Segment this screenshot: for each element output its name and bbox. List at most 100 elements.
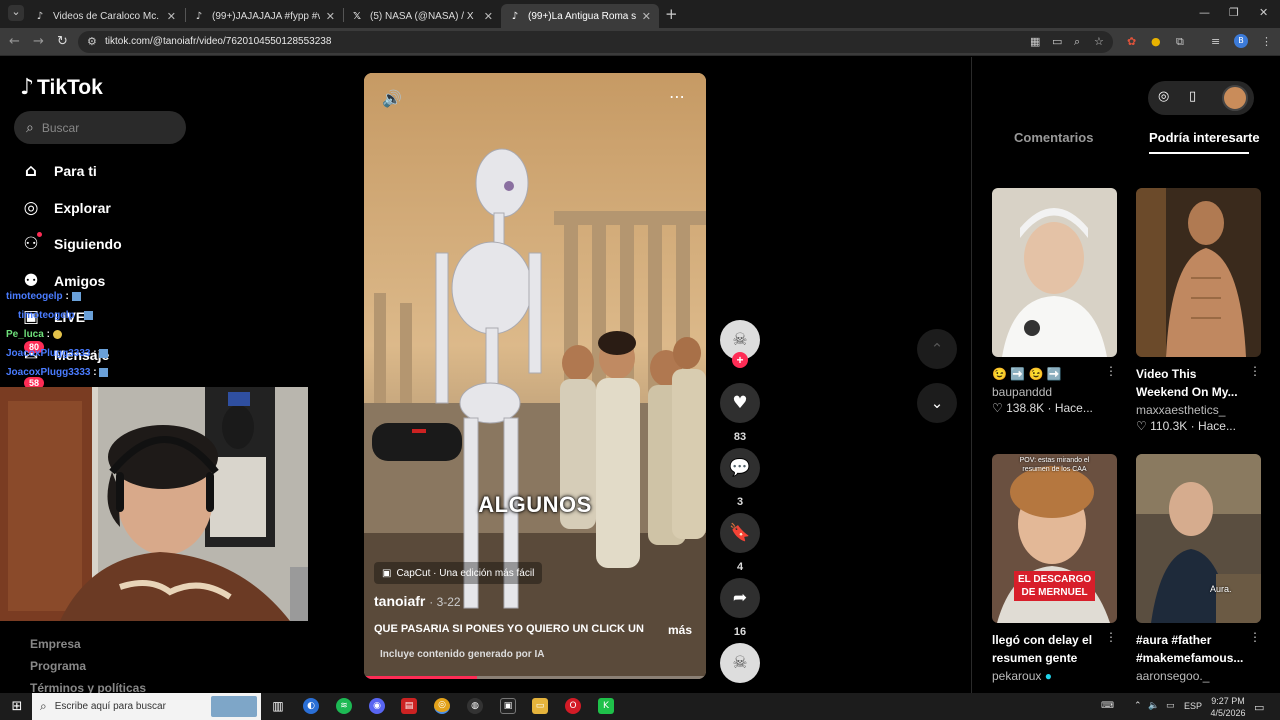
close-icon[interactable]: ✕ [642,10,651,23]
copilot-icon[interactable]: ◐ [303,698,319,714]
footer-link[interactable]: Empresa [30,637,81,651]
footer-link[interactable]: Términos y políticas [30,681,146,693]
heart-outline-icon: ♡ [992,401,1003,415]
new-tab-icon[interactable]: + [665,5,678,23]
extension-icon[interactable]: ● [1151,35,1161,48]
more-options-icon[interactable]: ⋯ [669,87,685,106]
chevron-up-icon[interactable]: ⌃ [1134,701,1142,711]
opera-icon[interactable]: O [565,698,581,714]
video-player[interactable]: 🔊 ⋯ ALGUNOS ▣ CapCut · Una edición más f… [364,73,706,679]
back-icon[interactable]: ← [9,34,20,49]
chat-message: timoteogelp : [6,291,81,302]
chrome-icon[interactable]: ◎ [434,698,450,714]
file-explorer-icon[interactable]: ▭ [532,698,548,714]
browser-tab-active[interactable]: ♪ (99+)La Antigua Roma se Rinde ✕ [501,4,659,28]
nav-item-siguiendo[interactable]: ⚇ Siguiendo [20,234,121,254]
sound-disc-button[interactable]: ☠ [720,643,760,683]
card-title: llegó con delay el [992,633,1093,647]
tab-search-icon[interactable]: ⌄ [8,5,24,21]
menu-icon[interactable]: ⋮ [1261,35,1272,48]
chat-user: timoteogelp [6,291,63,302]
spotify-icon[interactable]: ≋ [336,698,352,714]
minimize-icon[interactable]: — [1199,6,1210,19]
reload-icon[interactable]: ↻ [57,34,68,49]
cast-icon[interactable]: ▭ [1052,35,1062,48]
notifications-icon[interactable]: ▭ [1254,701,1264,714]
capcut-app-icon[interactable]: ▣ [500,698,516,714]
profile-avatar[interactable] [1222,85,1248,111]
comment-button[interactable]: 💬 3 [720,448,760,508]
search-highlight-image [211,696,257,717]
next-video-button[interactable]: ⌄ [917,383,957,423]
browser-tab[interactable]: ♪ (99+)JAJAJAJA #fypp #viral #pa ✕ [185,4,343,28]
site-info-icon[interactable]: ⚙ [87,35,97,48]
nav-item-para-ti[interactable]: ⌂ Para ti [20,161,97,181]
active-tab-indicator [1149,152,1249,154]
close-icon[interactable]: ✕ [167,10,176,23]
voicemeeter-icon[interactable]: ▤ [401,698,417,714]
more-options-icon[interactable]: ⋮ [1105,364,1117,378]
address-bar[interactable]: ⚙ tiktok.com/@tanoiafr/video/76201045501… [78,31,1113,53]
friends-icon: ⚉ [23,271,39,291]
obs-icon[interactable]: ◍ [467,698,483,714]
webcam-overlay [0,387,308,621]
card-author: baupanddd [992,385,1053,399]
discord-icon[interactable]: ◉ [369,698,385,714]
author-avatar-button[interactable]: ☠ + [720,320,760,368]
nav-item-explorar[interactable]: ◎ Explorar [20,198,111,218]
forward-icon[interactable]: → [33,34,44,49]
clock-date[interactable]: 4/5/2026 [1206,708,1250,718]
translate-icon[interactable]: ▦ [1030,35,1040,48]
search-input[interactable]: ⌕ Buscar [14,111,186,144]
suggested-video-card[interactable]: Video This Weekend On My... ⋮ maxxaesthe… [1136,188,1261,433]
previous-video-button[interactable]: ⌃ [917,329,957,369]
compass-icon[interactable]: ◎ [1158,89,1169,104]
follow-plus-icon[interactable]: + [732,352,748,368]
language-indicator[interactable]: ESP [1184,701,1202,711]
more-options-icon[interactable]: ⋮ [1105,630,1117,644]
tab-comentarios[interactable]: Comentarios [1014,130,1093,145]
more-link[interactable]: más [668,623,692,637]
bookmark-star-icon[interactable]: ☆ [1094,35,1104,48]
tab-search-icon[interactable]: ≡ [1211,35,1220,48]
network-icon[interactable]: ▭ [1166,701,1175,711]
window-close-icon[interactable]: ✕ [1259,6,1268,19]
keyboard-icon[interactable]: ⌨ [1101,701,1114,711]
browser-tab[interactable]: 𝕏 (5) NASA (@NASA) / X ✕ [343,4,501,28]
more-options-icon[interactable]: ⋮ [1249,364,1261,378]
browser-tab[interactable]: ♪ Videos de Caraloco Mc. (@cara ✕ [26,4,184,28]
profile-avatar[interactable]: B [1234,34,1248,48]
like-button[interactable]: ♥ 83 [720,383,760,443]
tiktok-page: ♪ TikTok ⌕ Buscar ⌂ Para ti ◎ Explorar ⚇… [0,57,1280,693]
share-button[interactable]: ➦ 16 [720,578,760,638]
nav-item-amigos[interactable]: ⚉ Amigos [20,271,105,291]
capcut-link[interactable]: ▣ CapCut · Una edición más fácil [374,562,543,584]
tab-podria-interesarte[interactable]: Podría interesarte [1149,130,1260,145]
restore-icon[interactable]: ❐ [1229,6,1239,19]
search-placeholder: Buscar [41,120,80,135]
video-author[interactable]: tanoiafr [374,593,425,609]
close-icon[interactable]: ✕ [326,10,335,23]
suggested-video-card[interactable]: 😉 ➡️ 😉 ➡️ ⋮ baupanddd ♡ 138.8K · Hace... [992,188,1117,415]
extensions-puzzle-icon[interactable]: ⧉ [1176,35,1184,49]
extension-icon[interactable]: ✿ [1127,35,1136,48]
tiktok-logo[interactable]: ♪ TikTok [20,75,103,100]
card-title-line2: #makemefamous... [1136,651,1244,665]
footer-link[interactable]: Programa [30,659,86,673]
mobile-icon[interactable]: ▯ [1189,89,1196,104]
clock-time[interactable]: 9:27 PM [1208,696,1248,706]
suggested-video-card[interactable]: POV: estas mirando el resumen de los CAA… [992,454,1117,683]
kick-icon[interactable]: K [598,698,614,714]
save-button[interactable]: 🔖 4 [720,513,760,573]
close-icon[interactable]: ✕ [484,10,493,23]
speaker-icon[interactable]: 🔈 [1148,701,1159,711]
taskbar-search-input[interactable]: ⌕ Escribe aquí para buscar [32,693,261,720]
windows-start-icon[interactable]: ⊞ [9,698,25,714]
compass-icon: ◎ [23,198,39,218]
video-progress-bar[interactable] [364,676,706,679]
more-options-icon[interactable]: ⋮ [1249,630,1261,644]
zoom-icon[interactable]: ⌕ [1074,35,1080,49]
task-view-icon[interactable]: ▥ [270,698,286,714]
suggested-video-card[interactable]: Aura. #aura #father #makemefamous... ⋮ a… [1136,454,1261,683]
sound-icon[interactable]: 🔊 [382,89,402,108]
